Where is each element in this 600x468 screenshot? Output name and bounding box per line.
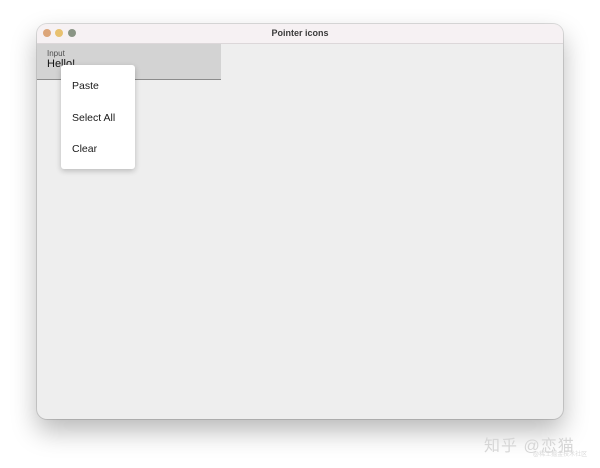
context-menu: Paste Select All Clear [61,65,135,169]
menu-item-paste[interactable]: Paste [61,71,135,103]
watermark-subtext: @稀土掘金技术社区 [533,452,588,458]
window-title: Pointer icons [271,28,329,38]
menu-item-clear[interactable]: Clear [61,134,135,166]
menu-item-select-all[interactable]: Select All [61,103,135,135]
input-label: Input [47,49,65,58]
app-window: Pointer icons Input Hello! Paste Select … [37,24,563,419]
title-bar[interactable]: Pointer icons [37,24,563,44]
